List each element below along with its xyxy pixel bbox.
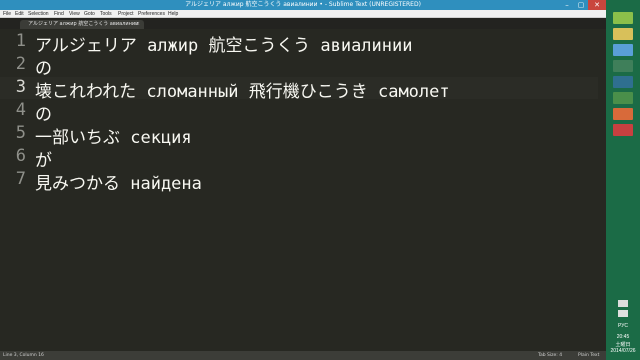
- line-number-active: 3: [15, 77, 26, 97]
- menu-preferences[interactable]: Preferences: [138, 10, 165, 18]
- app-icon-6[interactable]: [613, 92, 633, 104]
- editor-area[interactable]: 1 2 3 4 5 6 7 アルジェリア алжир 航空こうくう авиали…: [0, 29, 606, 351]
- app-icon-2[interactable]: [613, 28, 633, 40]
- app-icon-4[interactable]: [613, 60, 633, 72]
- tab-label: アルジェリア алжир 航空こうくう авиалинии: [28, 21, 139, 27]
- menu-selection[interactable]: Selection: [28, 10, 49, 18]
- file-tab[interactable]: アルジェリア алжир 航空こうくう авиалинии ×: [20, 20, 144, 29]
- windows-taskbar: РУС 20:45 土曜日 2014/07/26: [606, 0, 640, 360]
- line-number: 6: [15, 146, 26, 166]
- tab-close-icon[interactable]: ×: [136, 20, 140, 29]
- tab-bar: アルジェリア алжир 航空こうくう авиалинии ×: [0, 18, 606, 29]
- minimize-button[interactable]: –: [560, 0, 574, 10]
- cursor-position: Line 3, Column 16: [3, 353, 44, 358]
- code-line-active[interactable]: 壊これわれた сломанный 飛行機ひこうき самолет: [35, 77, 450, 102]
- syntax-selector[interactable]: Plain Text: [578, 351, 599, 360]
- code-line[interactable]: 見みつかる найдена: [35, 169, 202, 194]
- clock-weekday: 土曜日: [615, 342, 631, 348]
- clock-time[interactable]: 20:45: [606, 334, 640, 340]
- code-line[interactable]: の: [35, 54, 52, 79]
- sublime-window: アルジェリア алжир 航空こうくう авиалинии • - Sublim…: [0, 0, 606, 360]
- app-icon-3[interactable]: [613, 44, 633, 56]
- code-line[interactable]: 一部いちぶ секция: [35, 123, 192, 148]
- menu-view[interactable]: View: [69, 10, 80, 18]
- vertical-scrollbar[interactable]: [598, 29, 606, 351]
- window-title: アルジェリア алжир 航空こうくう авиалинии • - Sublim…: [185, 1, 421, 8]
- line-number: 4: [15, 100, 26, 120]
- menu-file[interactable]: File: [3, 10, 11, 18]
- menu-help[interactable]: Help: [168, 10, 178, 18]
- line-number: 1: [15, 31, 26, 51]
- line-number: 2: [15, 54, 26, 74]
- app-icon-1[interactable]: [613, 12, 633, 24]
- tab-size-selector[interactable]: Tab Size: 4: [538, 351, 562, 360]
- menu-bar: File Edit Selection Find View Goto Tools…: [0, 10, 606, 18]
- menu-project[interactable]: Project: [118, 10, 134, 18]
- menu-edit[interactable]: Edit: [15, 10, 24, 18]
- app-icon-5[interactable]: [613, 76, 633, 88]
- line-number-gutter: 1 2 3 4 5 6 7: [0, 29, 30, 351]
- maximize-button[interactable]: ▢: [574, 0, 588, 10]
- menu-tools[interactable]: Tools: [100, 10, 112, 18]
- code-line[interactable]: アルジェリア алжир 航空こうくう авиалинии: [35, 31, 412, 56]
- title-bar[interactable]: アルジェリア алжир 航空こうくう авиалинии • - Sublim…: [0, 0, 606, 10]
- app-icon-8[interactable]: [613, 124, 633, 136]
- close-button[interactable]: ✕: [588, 0, 606, 10]
- line-number: 7: [15, 169, 26, 189]
- menu-find[interactable]: Find: [54, 10, 64, 18]
- line-number: 5: [15, 123, 26, 143]
- menu-goto[interactable]: Goto: [84, 10, 95, 18]
- status-bar: Line 3, Column 16 Tab Size: 4 Plain Text: [0, 351, 606, 360]
- code-line[interactable]: の: [35, 100, 52, 125]
- code-line[interactable]: が: [35, 146, 52, 171]
- network-icon[interactable]: [618, 310, 628, 317]
- flag-icon[interactable]: [618, 300, 628, 307]
- clock-date: 2014/07/26: [610, 348, 636, 354]
- language-indicator[interactable]: РУС: [606, 323, 640, 329]
- app-icon-7[interactable]: [613, 108, 633, 120]
